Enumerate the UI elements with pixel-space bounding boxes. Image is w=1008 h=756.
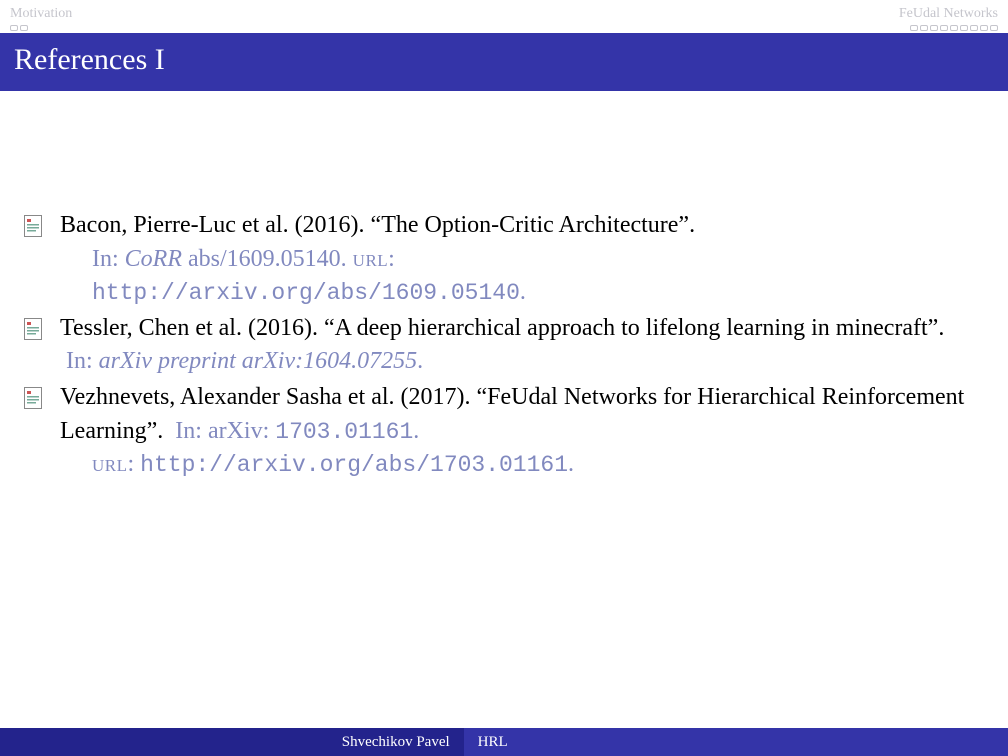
progress-dot — [910, 25, 918, 31]
document-icon — [24, 386, 44, 420]
reference-item: Vezhnevets, Alexander Sasha et al. (2017… — [24, 381, 968, 482]
footer-bar: Shvechikov Pavel HRL — [0, 728, 1008, 756]
ref-source: arXiv preprint arXiv:1604.07255 — [99, 348, 417, 374]
ref-url-label: url — [92, 451, 128, 477]
footer-title: HRL — [464, 728, 1008, 756]
ref-title: “The Option-Critic Architecture”. — [371, 212, 696, 238]
section-feudal-label: FeUdal Networks — [899, 6, 998, 22]
ref-in-label: In: — [92, 246, 119, 272]
progress-dot — [20, 25, 28, 31]
progress-dot — [940, 25, 948, 31]
progress-dot — [950, 25, 958, 31]
ref-url[interactable]: http://arxiv.org/abs/1609.05140 — [92, 280, 520, 306]
header-nav: Motivation FeUdal Networks — [0, 0, 1008, 33]
ref-authors: Vezhnevets, Alexander Sasha et al. (2017… — [60, 384, 471, 410]
footer-author-text: Shvechikov Pavel — [342, 734, 450, 751]
content-area: Bacon, Pierre-Luc et al. (2016). “The Op… — [0, 91, 1008, 482]
ref-in-label: In: — [66, 348, 93, 374]
slide-title: References I — [14, 43, 165, 76]
ref-authors: Bacon, Pierre-Luc et al. (2016). — [60, 212, 365, 238]
progress-dot — [10, 25, 18, 31]
progress-dot — [980, 25, 988, 31]
progress-dot — [930, 25, 938, 31]
ref-in-label: In: — [175, 418, 202, 444]
ref-url-label: url — [353, 246, 389, 272]
document-icon — [24, 214, 44, 248]
progress-dot — [990, 25, 998, 31]
ref-source: CoRR — [125, 246, 182, 272]
ref-trailing: . — [568, 451, 574, 477]
ref-trailing: . — [520, 279, 526, 305]
footer-title-text: HRL — [478, 734, 508, 751]
reference-body: Bacon, Pierre-Luc et al. (2016). “The Op… — [60, 209, 968, 310]
progress-left — [10, 25, 72, 31]
ref-source-extra: abs/1609.05140. — [188, 246, 347, 272]
section-motivation-label: Motivation — [10, 6, 72, 22]
slide-title-bar: References I — [0, 33, 1008, 91]
header-left-section[interactable]: Motivation — [10, 6, 72, 31]
reference-item: Bacon, Pierre-Luc et al. (2016). “The Op… — [24, 209, 968, 310]
reference-body: Vezhnevets, Alexander Sasha et al. (2017… — [60, 381, 968, 482]
reference-item: Tessler, Chen et al. (2016). “A deep hie… — [24, 312, 968, 379]
progress-dot — [960, 25, 968, 31]
ref-arxiv-label: arXiv: — [208, 418, 269, 444]
header-right-section[interactable]: FeUdal Networks — [899, 6, 998, 31]
document-icon — [24, 317, 44, 351]
reference-body: Tessler, Chen et al. (2016). “A deep hie… — [60, 312, 968, 379]
footer-author: Shvechikov Pavel — [0, 728, 464, 756]
ref-trailing: . — [417, 348, 423, 374]
progress-right — [910, 25, 998, 31]
ref-authors: Tessler, Chen et al. (2016). — [60, 315, 318, 341]
progress-dot — [920, 25, 928, 31]
progress-dot — [970, 25, 978, 31]
ref-url[interactable]: http://arxiv.org/abs/1703.01161 — [140, 452, 568, 478]
ref-title: “A deep hierarchical approach to lifelon… — [324, 315, 944, 341]
ref-arxiv-id: 1703.01161 — [275, 419, 413, 445]
